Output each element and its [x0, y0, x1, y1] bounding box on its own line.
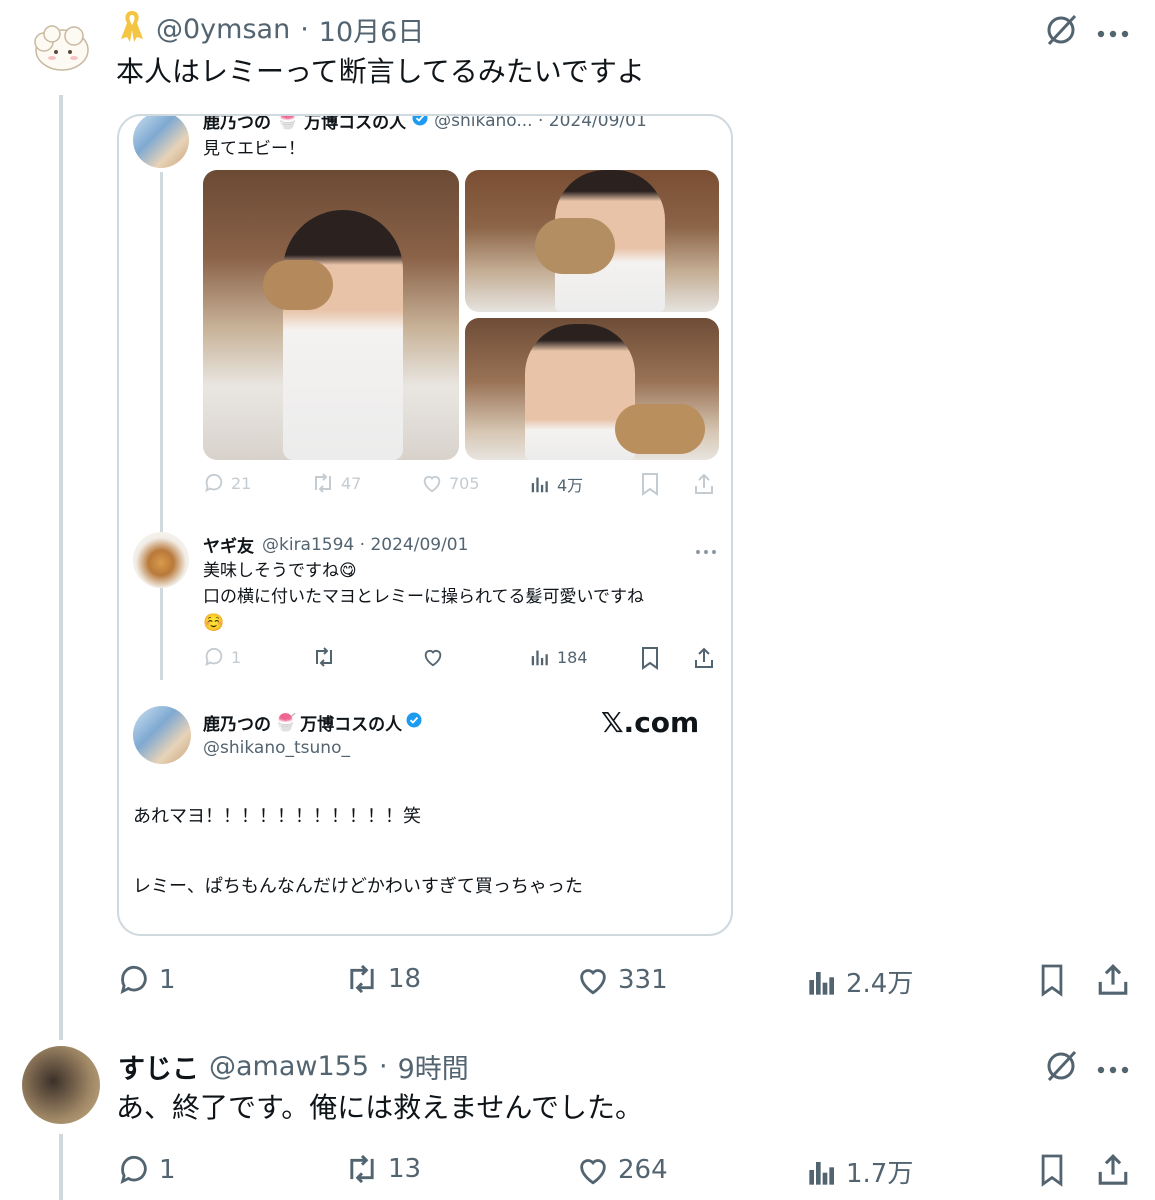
card-name-row: 鹿乃つの 🍧 万博コスの人: [203, 710, 422, 735]
card-name: 鹿乃つの: [203, 715, 271, 735]
tweet2-line-1: 美味しそうですね😋: [203, 561, 357, 581]
author-handle[interactable]: @0ymsan: [156, 14, 290, 45]
card-name-suffix: 万博コスの人: [300, 715, 403, 735]
ribbon-icon: [118, 8, 146, 51]
tweet2-more-icon: [695, 540, 717, 559]
separator: ·: [379, 1050, 388, 1082]
photo-person: [283, 210, 403, 460]
repost-button[interactable]: 13: [344, 1153, 421, 1185]
grok-icon[interactable]: [1043, 1048, 1079, 1088]
tweet2-header: ヤギ友 @kira1594 · 2024/09/01: [203, 532, 469, 558]
tweet2-line-2: 口の横に付いたマヨとレミーに操られてる髪可愛いですね: [203, 587, 644, 607]
more-options-icon[interactable]: [1097, 1060, 1129, 1079]
repost-count: 13: [388, 1154, 422, 1184]
tweet2-name: ヤギ友: [203, 537, 254, 557]
post-text: 本人はレミーって断言してるみたいですよ: [116, 55, 645, 88]
card-handle: @shikano_tsuno_: [203, 738, 350, 758]
like-count: 331: [618, 965, 668, 995]
author-name[interactable]: すじこ: [118, 1047, 199, 1086]
grok-icon[interactable]: [1043, 12, 1079, 52]
photo-burger: [615, 404, 705, 454]
tweet2-reply: 1: [203, 646, 241, 668]
sheep-illustration: [34, 25, 89, 71]
card-body-2: レミー、ぱちもんなんだけどかわいすぎて買っちゃった: [133, 876, 583, 897]
embedded-screenshot[interactable]: 鹿乃つの 🍧 万博コスの人 @shikano... · 2024/09/01 見…: [117, 114, 733, 936]
post-date[interactable]: 9時間: [398, 1047, 469, 1086]
reply-button[interactable]: 1: [117, 963, 176, 997]
like-count: 264: [618, 1155, 668, 1185]
tweet2-bookmark-icon: [639, 646, 661, 674]
avatar-amaw155[interactable]: [22, 1046, 100, 1124]
thread-line: [59, 95, 63, 1040]
photo-burger: [263, 260, 333, 310]
tweet1-photo-1: [203, 170, 459, 460]
verified-icon: [406, 712, 422, 733]
tweet1-views: 4万: [529, 472, 583, 496]
share-button[interactable]: [1096, 1152, 1130, 1190]
post2-header: すじこ @amaw155 · 9時間: [118, 1046, 469, 1086]
embed-thread-line: [160, 172, 163, 680]
post-text: あ、終了です。俺には救えませんでした。: [116, 1091, 643, 1124]
tweet1-text: 見てエビー！: [203, 139, 305, 159]
tweet1-name: 鹿乃つの: [203, 114, 271, 133]
avatar-shikano-card: [133, 706, 191, 764]
separator: ·: [300, 13, 309, 45]
tweet1-header: 鹿乃つの 🍧 万博コスの人 @shikano... · 2024/09/01: [203, 114, 647, 133]
bookmark-button[interactable]: [1038, 963, 1066, 1001]
tweet2-repost-icon: [311, 646, 337, 672]
tweet1-name-suffix: 万博コスの人: [304, 114, 407, 133]
reply-count: 1: [159, 965, 176, 995]
tweet1-share-icon: [693, 472, 715, 500]
tweet1-photo-2: [465, 170, 719, 312]
bowl-icon: 🍧: [275, 712, 297, 733]
card-body-1: あれマヨ！！！！！！！！！！！笑: [133, 806, 421, 827]
tweet1-repost: 47: [311, 472, 361, 494]
bookmark-button[interactable]: [1038, 1153, 1066, 1191]
tweet2-line-3: ☺️: [203, 613, 225, 633]
reply-count: 1: [159, 1155, 176, 1185]
views-button[interactable]: 2.4万: [806, 963, 913, 1000]
repost-button[interactable]: 18: [344, 963, 421, 995]
views-count: 1.7万: [846, 1159, 914, 1189]
tweet2-views: 184: [529, 646, 588, 668]
repost-count: 18: [388, 964, 422, 994]
views-count: 2.4万: [846, 969, 914, 999]
tweet1-photo-3: [465, 318, 719, 460]
like-button[interactable]: 331: [576, 963, 668, 997]
post-header: @0ymsan · 10月6日: [118, 10, 424, 48]
author-handle[interactable]: @amaw155: [209, 1051, 369, 1082]
thread-line-2: [59, 1134, 63, 1200]
reply-button[interactable]: 1: [117, 1153, 176, 1187]
avatar-shikano: [133, 116, 189, 168]
tweet2-share-icon: [693, 646, 715, 674]
tweet2-handle-date: @kira1594 · 2024/09/01: [262, 534, 469, 555]
tweet1-reply: 21: [203, 472, 251, 494]
tweet1-bookmark-icon: [639, 472, 661, 500]
photo-burger: [535, 218, 615, 274]
more-options-icon[interactable]: [1097, 24, 1129, 43]
share-button[interactable]: [1096, 962, 1130, 1000]
avatar-0ymsan[interactable]: [22, 8, 98, 84]
views-button[interactable]: 1.7万: [806, 1153, 913, 1190]
verified-icon: [412, 116, 428, 131]
tweet2-like-icon: [421, 646, 445, 672]
post-date[interactable]: 10月6日: [319, 10, 425, 49]
tweet1-handle-date: @shikano... · 2024/09/01: [434, 114, 647, 131]
tweet1-like: 705: [421, 472, 480, 494]
x-com-logo: 𝕏.com: [601, 706, 700, 739]
bowl-icon: 🍧: [277, 114, 299, 131]
avatar-kira1594: [133, 532, 189, 588]
like-button[interactable]: 264: [576, 1153, 668, 1187]
